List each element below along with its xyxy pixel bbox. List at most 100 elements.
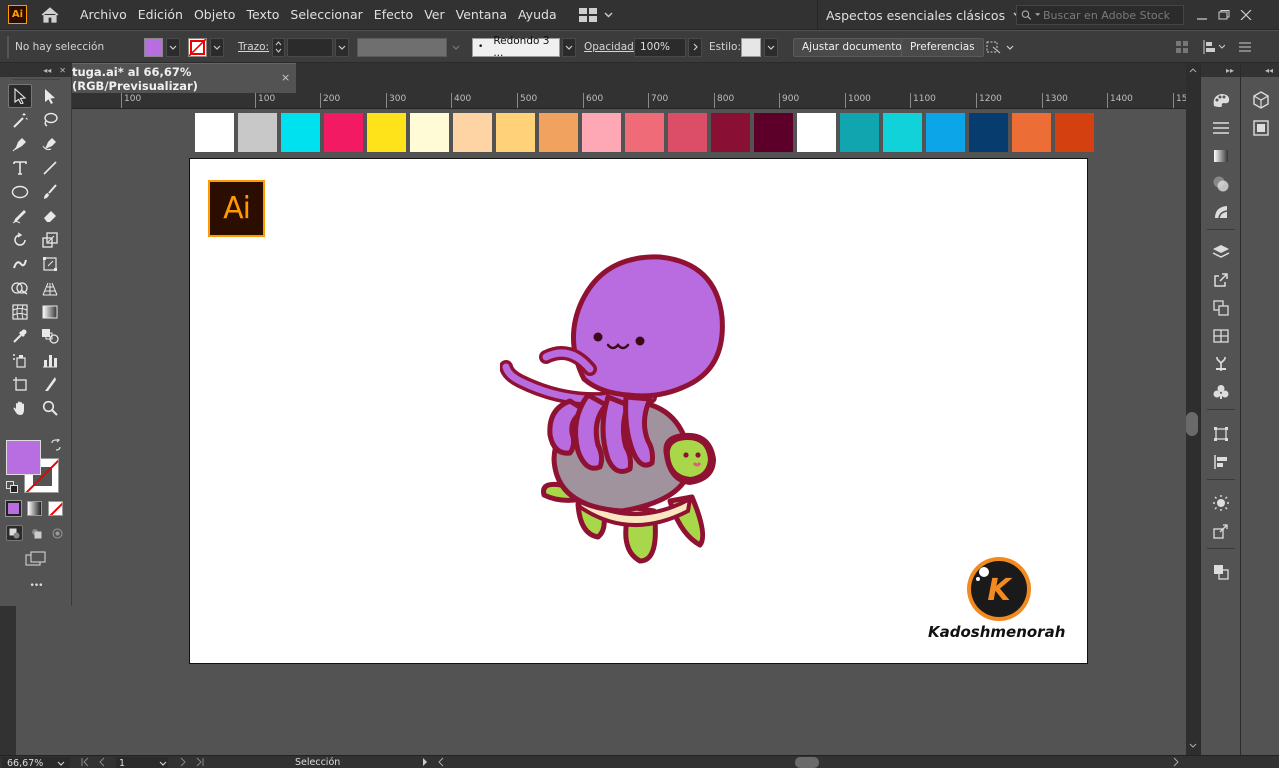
color-swatch[interactable]: [1012, 113, 1051, 152]
variable-width-profile[interactable]: [357, 37, 447, 57]
last-artboard-icon[interactable]: [195, 757, 205, 767]
first-artboard-icon[interactable]: [80, 757, 90, 767]
color-swatch[interactable]: [582, 113, 621, 152]
color-swatch[interactable]: [324, 113, 363, 152]
menu-objeto[interactable]: Objeto: [194, 7, 236, 22]
export-icon[interactable]: [1210, 269, 1232, 291]
none-mode-button[interactable]: [48, 501, 63, 516]
color-swatch[interactable]: [1055, 113, 1094, 152]
pathfinder-icon[interactable]: [1210, 561, 1232, 583]
menu-archivo[interactable]: Archivo: [80, 7, 127, 22]
eyedropper-tool[interactable]: [8, 324, 32, 348]
close-panel-icon[interactable]: ✕: [59, 66, 66, 75]
preferences-button[interactable]: Preferencias: [901, 37, 984, 57]
panel-menu-icon[interactable]: [1239, 42, 1251, 52]
stroke-dropdown[interactable]: [210, 37, 224, 57]
color-swatch[interactable]: [195, 113, 234, 152]
rotate-tool[interactable]: [8, 228, 32, 252]
color-swatch[interactable]: [969, 113, 1008, 152]
stock-search[interactable]: [1016, 5, 1184, 25]
opacity-label[interactable]: Opacidad:: [584, 41, 637, 53]
line-tool[interactable]: [38, 156, 62, 180]
dock-header[interactable]: ◂◂: [1241, 63, 1279, 77]
zoom-level-field[interactable]: 66,67%: [2, 757, 70, 768]
gradient-panel-icon[interactable]: [1210, 145, 1232, 167]
libraries-icon[interactable]: [1210, 325, 1232, 347]
color-swatch[interactable]: [883, 113, 922, 152]
menu-ventana[interactable]: Ventana: [456, 7, 507, 22]
symbol-sprayer-tool[interactable]: [8, 348, 32, 372]
scale-tool[interactable]: [38, 228, 62, 252]
minimize-icon[interactable]: [1196, 10, 1208, 20]
brush-definition[interactable]: • Redondo 3 ...: [472, 35, 560, 59]
next-artboard-icon[interactable]: [178, 757, 188, 767]
stroke-weight-stepper[interactable]: [272, 37, 285, 57]
restore-icon[interactable]: [1218, 10, 1230, 20]
navigator-icon[interactable]: [1210, 520, 1232, 542]
image-trace-icon[interactable]: [1210, 492, 1232, 514]
transparency-icon[interactable]: [1210, 173, 1232, 195]
color-swatch[interactable]: [711, 113, 750, 152]
hand-tool[interactable]: [8, 396, 32, 420]
octopus-turtle-illustration[interactable]: [500, 249, 740, 569]
swap-fill-stroke-icon[interactable]: [50, 437, 62, 454]
stock-search-input[interactable]: [1043, 8, 1183, 22]
screen-mode-icon[interactable]: [25, 551, 47, 570]
menu-ver[interactable]: Ver: [424, 7, 444, 22]
vertical-ruler[interactable]: [0, 606, 16, 756]
gradient-tool[interactable]: [38, 300, 62, 324]
color-swatch[interactable]: [668, 113, 707, 152]
menu-efecto[interactable]: Efecto: [374, 7, 413, 22]
shape-builder-tool[interactable]: [8, 276, 32, 300]
color-swatch[interactable]: [840, 113, 879, 152]
document-tab[interactable]: tuga.ai* al 66,67% (RGB/Previsualizar): [72, 63, 296, 93]
stroke-weight-dropdown[interactable]: [335, 37, 349, 57]
chevron-down-icon[interactable]: [159, 761, 167, 766]
menu-seleccionar[interactable]: Seleccionar: [290, 7, 362, 22]
arrange-documents-button[interactable]: [578, 7, 613, 22]
color-swatch[interactable]: [754, 113, 793, 152]
properties-icon[interactable]: [1210, 117, 1232, 139]
align-left-icon[interactable]: [1203, 40, 1225, 54]
curvature-tool[interactable]: [38, 132, 62, 156]
opacity-arrow[interactable]: [688, 37, 702, 57]
color-swatch[interactable]: [625, 113, 664, 152]
brush-dropdown[interactable]: [562, 37, 576, 57]
ellipse-tool[interactable]: [8, 180, 32, 204]
style-swatch[interactable]: [741, 37, 761, 57]
tools-panel-header[interactable]: ◂◂ ✕: [0, 63, 72, 77]
align-grid-icon[interactable]: [1175, 40, 1189, 54]
fill-dropdown[interactable]: [166, 37, 180, 57]
fill-color-box[interactable]: [6, 440, 41, 475]
color-swatch[interactable]: [453, 113, 492, 152]
fill-control[interactable]: [144, 31, 180, 63]
color-swatch[interactable]: [281, 113, 320, 152]
scroll-right-icon[interactable]: [1172, 757, 1180, 767]
zoom-tool[interactable]: [38, 396, 62, 420]
layers-icon[interactable]: [1210, 241, 1232, 263]
free-transform-tool[interactable]: [38, 252, 62, 276]
vertical-scrollbar[interactable]: [1186, 63, 1200, 755]
close-icon[interactable]: [1240, 10, 1252, 20]
warp-tool[interactable]: [8, 252, 32, 276]
artboards-panel-icon[interactable]: [1210, 297, 1232, 319]
color-guide-icon[interactable]: [1210, 89, 1232, 111]
default-colors-icon[interactable]: [6, 481, 18, 496]
scroll-left-icon[interactable]: [437, 757, 445, 767]
stroke-panel-icon[interactable]: [1210, 353, 1232, 375]
home-icon[interactable]: [39, 5, 61, 25]
shaper-tool[interactable]: [8, 204, 32, 228]
slice-tool[interactable]: [38, 372, 62, 396]
scroll-down-icon[interactable]: [1186, 741, 1200, 751]
menu-ayuda[interactable]: Ayuda: [518, 7, 557, 22]
more-tools-button[interactable]: •••: [0, 581, 72, 591]
paintbrush-tool[interactable]: [38, 180, 62, 204]
artboard-tool[interactable]: [8, 372, 32, 396]
vertical-scroll-thumb[interactable]: [1186, 412, 1198, 436]
dock-header[interactable]: ▸▸: [1201, 63, 1240, 77]
lasso-tool[interactable]: [38, 108, 62, 132]
magic-wand-tool[interactable]: [8, 108, 32, 132]
color-swatch[interactable]: [496, 113, 535, 152]
align-panel-icon[interactable]: [1210, 451, 1232, 473]
horizontal-ruler[interactable]: 100 100 200 300 400 500 600 700 800 900 …: [72, 93, 1186, 109]
